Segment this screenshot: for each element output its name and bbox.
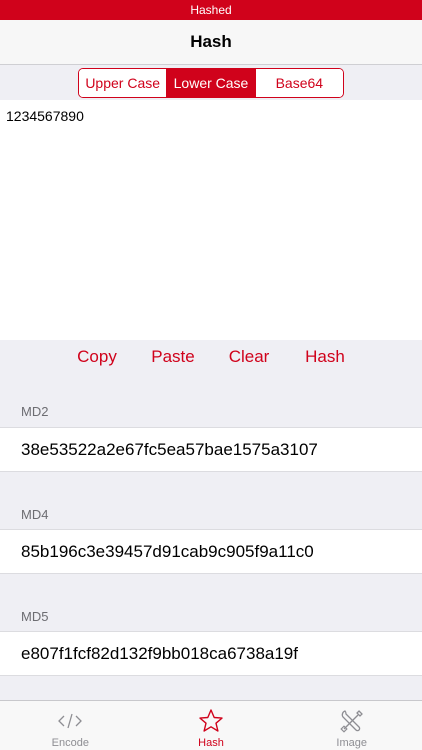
- md5-result-row[interactable]: e807f1fcf82d132f9bb018ca6738a19f: [0, 631, 422, 676]
- code-icon: [56, 707, 84, 735]
- clear-button[interactable]: Clear: [227, 344, 271, 370]
- tab-encode-label: Encode: [51, 737, 89, 749]
- tab-image[interactable]: Image: [281, 701, 422, 750]
- md4-section-header: MD4: [21, 507, 49, 522]
- status-text: Hashed: [190, 3, 232, 17]
- segment-upper-case[interactable]: Upper Case: [79, 69, 168, 97]
- page-title: Hash: [190, 32, 232, 51]
- hash-button[interactable]: Hash: [303, 344, 347, 370]
- md4-result-value: 85b196c3e39457d91cab9c905f9a11c0: [21, 541, 314, 561]
- paste-button[interactable]: Paste: [150, 344, 196, 370]
- navigation-bar: Hash: [0, 20, 422, 65]
- hash-input-text[interactable]: 1234567890: [0, 100, 422, 340]
- copy-button[interactable]: Copy: [74, 344, 120, 370]
- action-bar: Copy Paste Clear Hash: [0, 340, 422, 373]
- status-bar: Hashed: [0, 0, 422, 20]
- tab-bar: Encode Hash Image: [0, 700, 422, 750]
- case-segmented-control: Upper Case Lower Case Base64: [78, 68, 344, 98]
- md5-section-header: MD5: [21, 609, 49, 624]
- tools-icon: [338, 707, 366, 735]
- md4-result-row[interactable]: 85b196c3e39457d91cab9c905f9a11c0: [0, 529, 422, 574]
- case-selector-container: Upper Case Lower Case Base64: [0, 66, 422, 100]
- tab-encode[interactable]: Encode: [0, 701, 141, 750]
- tab-hash-label: Hash: [198, 737, 224, 749]
- tab-image-label: Image: [336, 737, 367, 749]
- md2-result-value: 38e53522a2e67fc5ea57bae1575a3107: [21, 439, 318, 459]
- hash-input-value: 1234567890: [6, 108, 84, 124]
- tab-hash[interactable]: Hash: [141, 701, 282, 750]
- md2-result-row[interactable]: 38e53522a2e67fc5ea57bae1575a3107: [0, 427, 422, 472]
- segment-lower-case[interactable]: Lower Case: [167, 69, 256, 97]
- md5-result-value: e807f1fcf82d132f9bb018ca6738a19f: [21, 643, 298, 663]
- md2-section-header: MD2: [21, 404, 49, 419]
- star-icon: [197, 707, 225, 735]
- segment-base64[interactable]: Base64: [255, 69, 343, 97]
